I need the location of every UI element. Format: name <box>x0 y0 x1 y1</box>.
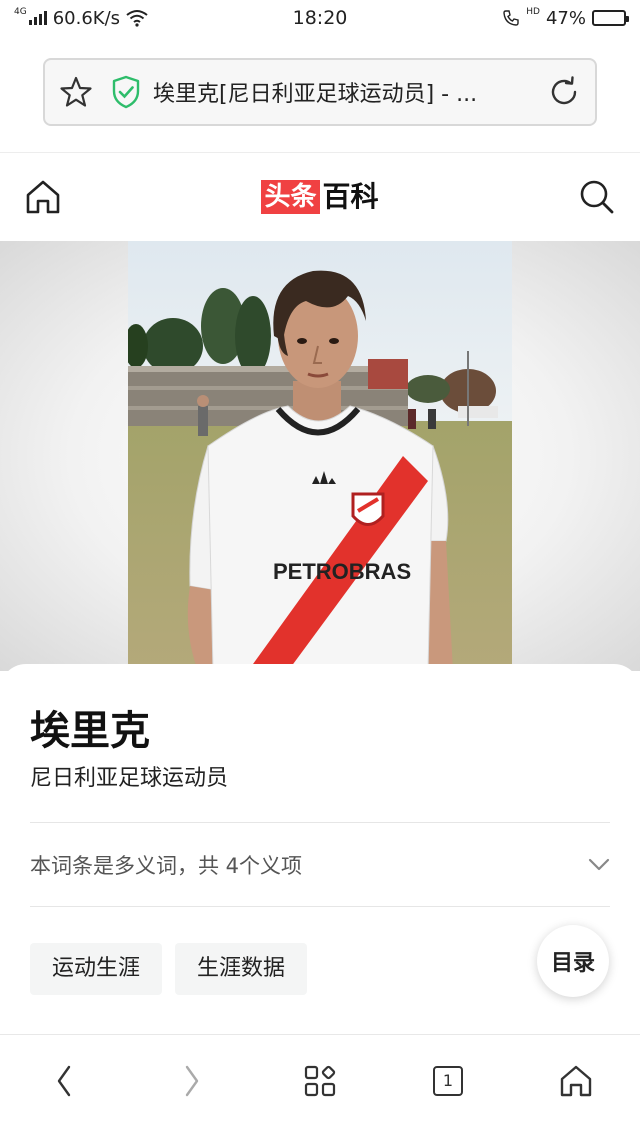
hero-banner: PETROBRAS <box>0 241 640 671</box>
player-photo[interactable]: PETROBRAS <box>128 241 512 671</box>
site-logo[interactable]: 头条 百科 <box>261 180 379 214</box>
network-speed: 60.6K/s <box>52 7 121 29</box>
tab-count: 1 <box>433 1065 463 1096</box>
chevron-right-icon <box>185 1065 199 1096</box>
wifi-icon <box>126 10 148 27</box>
home-icon <box>560 1065 592 1096</box>
battery-percent: 47% <box>545 7 586 29</box>
jersey-sponsor: PETROBRAS <box>273 559 411 584</box>
section-chips: 运动生涯 生涯数据 <box>30 943 308 995</box>
address-bar[interactable]: 埃里克[尼日利亚足球运动员] - ... <box>43 58 597 126</box>
star-icon[interactable] <box>59 75 93 109</box>
article-card: 埃里克 尼日利亚足球运动员 本词条是多义词，共 4个义项 运动生涯 生涯数据 目… <box>0 664 640 1034</box>
hd-label: HD <box>526 7 540 17</box>
status-left: 4G 60.6K/s <box>14 7 148 29</box>
toc-button[interactable]: 目录 <box>537 925 609 997</box>
call-icon <box>503 10 519 26</box>
home-button[interactable] <box>546 1051 606 1111</box>
home-icon[interactable] <box>24 178 62 216</box>
page-subtitle: 尼日利亚足球运动员 <box>30 766 229 791</box>
back-button[interactable] <box>34 1051 94 1111</box>
grid-icon <box>304 1065 336 1096</box>
reload-icon[interactable] <box>547 75 581 109</box>
divider <box>30 906 610 907</box>
page-title: 埃里克 <box>30 708 150 754</box>
bottom-nav: 1 <box>0 1034 640 1138</box>
tabs-button[interactable]: 1 <box>418 1051 478 1111</box>
chip-career-stats[interactable]: 生涯数据 <box>175 943 308 995</box>
chevron-left-icon <box>57 1065 71 1096</box>
chevron-down-icon[interactable] <box>588 858 610 872</box>
shield-icon <box>112 75 140 109</box>
status-bar: 4G 60.6K/s 18:20 HD 47% <box>0 0 640 36</box>
polysemy-row[interactable]: 本词条是多义词，共 4个义项 <box>30 823 610 906</box>
battery-icon <box>592 10 629 26</box>
forward-button[interactable] <box>162 1051 222 1111</box>
signal-icon <box>28 11 47 25</box>
logo-toutiao: 头条 <box>261 180 320 214</box>
status-right: HD 47% <box>502 7 629 29</box>
network-type: 4G <box>14 7 27 17</box>
chip-career[interactable]: 运动生涯 <box>30 943 163 995</box>
logo-baike: 百科 <box>322 180 379 213</box>
search-icon[interactable] <box>578 178 616 216</box>
menu-button[interactable] <box>290 1051 350 1111</box>
page-url-title[interactable]: 埃里克[尼日利亚足球运动员] - ... <box>153 76 547 108</box>
polysemy-text: 本词条是多义词，共 4个义项 <box>30 853 303 878</box>
player-photo-illustration: PETROBRAS <box>128 241 512 671</box>
site-header: 头条 百科 <box>0 153 640 241</box>
